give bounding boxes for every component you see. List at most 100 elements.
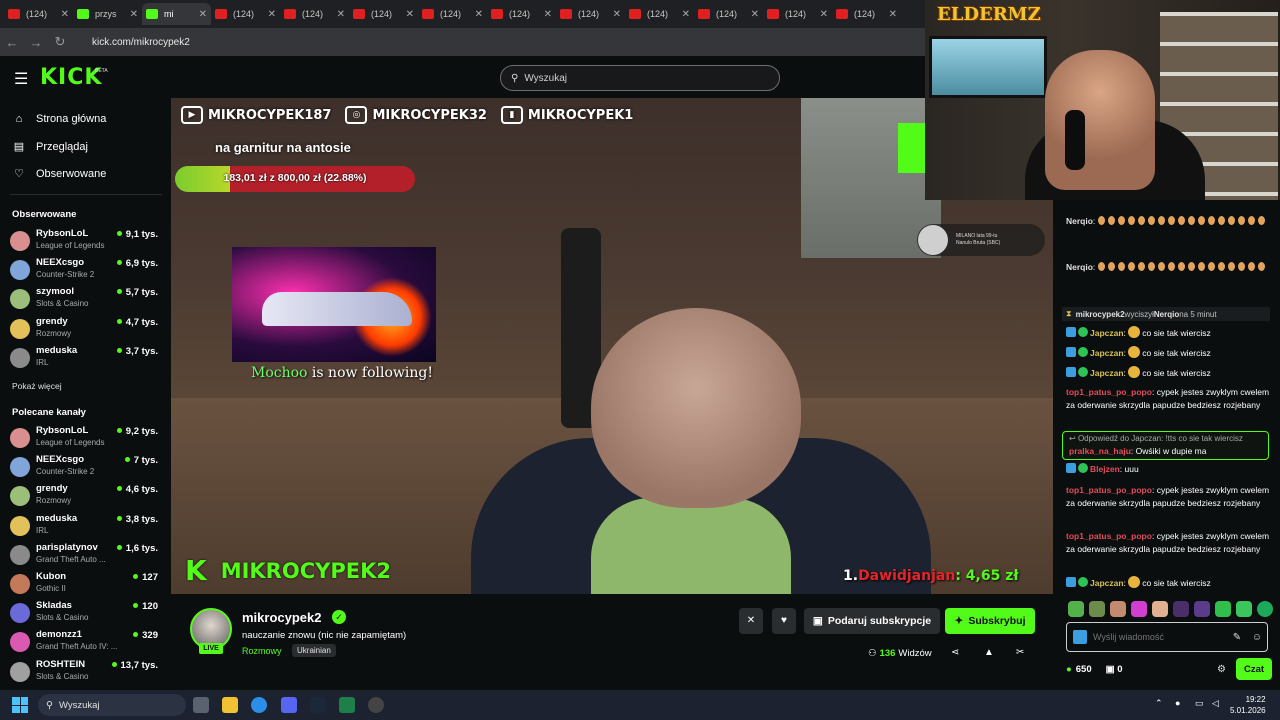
close-icon[interactable]: ✕ <box>820 9 828 20</box>
close-icon[interactable]: ✕ <box>268 9 276 20</box>
chat-username[interactable]: Japczan <box>1090 328 1124 338</box>
chat-send-button[interactable]: Czat <box>1236 658 1272 680</box>
emoji-icon[interactable]: ☺ <box>1247 632 1267 643</box>
close-icon[interactable]: ✕ <box>682 9 690 20</box>
chat-settings-icon[interactable]: ⚙ <box>1217 664 1226 675</box>
emote-6[interactable] <box>1173 601 1189 617</box>
menu-icon[interactable]: ☰ <box>14 69 28 89</box>
browser-tab[interactable]: (124) ✕ <box>349 3 418 25</box>
emote-1[interactable] <box>1068 601 1084 617</box>
back-icon[interactable]: ← <box>0 35 24 50</box>
chat-username[interactable]: Japczan <box>1090 348 1124 358</box>
translate-icon[interactable]: ✎ <box>1227 632 1247 643</box>
taskbar-search[interactable]: ⚲ Wyszukaj <box>38 694 186 716</box>
emote-4[interactable] <box>1131 601 1147 617</box>
channel-row[interactable]: demonzz1 Grand Theft Auto IV: ... 329 <box>10 628 160 656</box>
channel-row[interactable]: Kubon Gothic II 127 <box>10 570 160 598</box>
channel-row[interactable]: Skladas Slots & Casino 120 <box>10 599 160 627</box>
windows-start-icon[interactable] <box>12 697 28 713</box>
channel-row[interactable]: grendy Rozmowy 4,6 tys. <box>10 482 160 510</box>
emote-10[interactable] <box>1257 601 1273 617</box>
channel-row[interactable]: NEEXcsgo Counter-Strike 2 7 tys. <box>10 453 160 481</box>
chat-username[interactable]: Nerqio <box>1066 216 1093 226</box>
close-icon[interactable]: ✕ <box>406 9 414 20</box>
channel-row[interactable]: ROSHTEIN Slots & Casino 13,7 tys. <box>10 658 160 686</box>
channel-row[interactable]: parisplatynov Grand Theft Auto ... 1,6 tys… <box>10 541 160 569</box>
nav-item[interactable]: ⌂ Strona główna <box>12 113 107 125</box>
close-icon[interactable]: ✕ <box>475 9 483 20</box>
emote-2[interactable] <box>1089 601 1105 617</box>
browser-tab[interactable]: (124) ✕ <box>556 3 625 25</box>
channel-name[interactable]: mikrocypek2 <box>242 610 322 625</box>
video-player[interactable]: ▶ MIKROCYPEK187 ◎ MIKROCYPEK32 ▮ MIKROCY… <box>171 98 1053 594</box>
channel-row[interactable]: RybsonLoL League of Legends 9,2 tys. <box>10 424 160 452</box>
close-icon[interactable]: ✕ <box>61 9 69 20</box>
forward-icon[interactable]: → <box>24 35 48 50</box>
browser-tab[interactable]: (124) ✕ <box>694 3 763 25</box>
nav-item[interactable]: ▤ Przeglądaj <box>12 140 88 154</box>
report-icon[interactable]: ▲ <box>984 647 994 658</box>
obs-icon[interactable] <box>368 697 384 713</box>
clip-icon[interactable]: ✂ <box>1016 647 1024 658</box>
discord-icon[interactable] <box>281 697 297 713</box>
subscribe-button[interactable]: ✦ Subskrybuj <box>945 608 1035 634</box>
url-field[interactable]: kick.com/mikrocypek2 <box>92 37 190 48</box>
gift-counter[interactable]: ▣ 0 <box>1106 664 1123 675</box>
file-explorer-icon[interactable] <box>222 697 238 713</box>
browser-tab[interactable]: (124) ✕ <box>487 3 556 25</box>
channel-row[interactable]: NEEXcsgo Counter-Strike 2 6,9 tys. <box>10 256 160 284</box>
browser-tab[interactable]: (124) ✕ <box>418 3 487 25</box>
gift-subs-button[interactable]: ▣ Podaruj subskrypcje <box>804 608 940 634</box>
chat-username[interactable]: Blejzen <box>1090 464 1120 474</box>
close-icon[interactable]: ✕ <box>199 9 207 20</box>
volume-icon[interactable]: ◁ <box>1212 698 1219 709</box>
browser-tab[interactable]: mi ✕ <box>142 3 211 25</box>
excel-icon[interactable] <box>339 697 355 713</box>
chrome-icon[interactable] <box>251 697 267 713</box>
reload-icon[interactable]: ↻ <box>48 34 72 50</box>
mod-target[interactable]: Nerqio <box>1154 310 1179 319</box>
show-more-link[interactable]: Pokaż więcej <box>12 381 62 391</box>
channel-row[interactable]: meduska IRL 3,8 tys. <box>10 512 160 540</box>
close-icon[interactable]: ✕ <box>337 9 345 20</box>
channel-row[interactable]: RybsonLoL League of Legends 9,1 tys. <box>10 227 160 255</box>
emote-8[interactable] <box>1215 601 1231 617</box>
chat-username[interactable]: top1_patus_po_popo <box>1066 531 1152 541</box>
channel-row[interactable]: grendy Rozmowy 4,7 tys. <box>10 315 160 343</box>
emote-7[interactable] <box>1194 601 1210 617</box>
browser-tab[interactable]: (124) ✕ <box>832 3 901 25</box>
emote-9[interactable] <box>1236 601 1252 617</box>
share-icon[interactable]: ⋖ <box>951 647 959 658</box>
chat-username[interactable]: Japczan <box>1090 578 1124 588</box>
close-icon[interactable]: ✕ <box>130 9 138 20</box>
channel-points[interactable]: ● 650 <box>1066 664 1092 675</box>
chat-username[interactable]: top1_patus_po_popo <box>1066 485 1152 495</box>
network-icon[interactable]: ▭ <box>1195 698 1204 709</box>
kick-logo[interactable]: KICK <box>40 65 102 90</box>
browser-tab[interactable]: (124) ✕ <box>4 3 73 25</box>
microphone-icon[interactable]: ● <box>1175 698 1180 708</box>
search-input[interactable]: ⚲ Wyszukaj <box>500 65 780 91</box>
chat-input[interactable] <box>1093 632 1227 642</box>
channel-row[interactable]: szymool Slots & Casino 5,7 tys. <box>10 285 160 313</box>
close-icon[interactable]: ✕ <box>613 9 621 20</box>
language-tag[interactable]: Ukrainian <box>292 644 336 657</box>
tray-chevron-icon[interactable]: ⌃ <box>1155 698 1163 709</box>
browser-tab[interactable]: (124) ✕ <box>763 3 832 25</box>
task-view-icon[interactable] <box>193 697 209 713</box>
mod-user[interactable]: mikrocypek2 <box>1076 310 1125 319</box>
stream-category[interactable]: Rozmowy <box>242 646 282 656</box>
steam-icon[interactable] <box>310 697 326 713</box>
browser-tab[interactable]: przys ✕ <box>73 3 142 25</box>
taskbar-clock[interactable]: 19:22 5.01.2026 <box>1230 694 1266 716</box>
chat-username[interactable]: Nerqio <box>1066 262 1093 272</box>
browser-tab[interactable]: (124) ✕ <box>625 3 694 25</box>
browser-tab[interactable]: (124) ✕ <box>280 3 349 25</box>
chat-username[interactable]: top1_patus_po_popo <box>1066 387 1152 397</box>
chat-username[interactable]: Japczan <box>1090 368 1124 378</box>
notifications-button[interactable]: ✕ <box>739 608 763 634</box>
close-icon[interactable]: ✕ <box>544 9 552 20</box>
close-icon[interactable]: ✕ <box>751 9 759 20</box>
channel-row[interactable]: meduska IRL 3,7 tys. <box>10 344 160 372</box>
emote-5[interactable] <box>1152 601 1168 617</box>
